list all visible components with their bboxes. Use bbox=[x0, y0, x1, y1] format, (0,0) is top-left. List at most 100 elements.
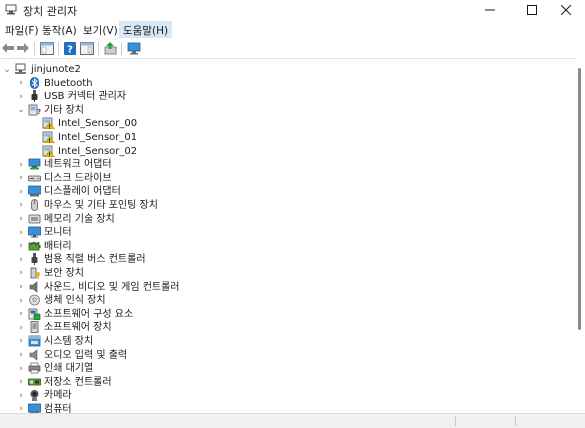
expand-chevron-icon[interactable]: › bbox=[16, 335, 26, 348]
tree-item-label: USB 커넥터 관리자 bbox=[44, 91, 127, 103]
tree-item-label: 배터리 bbox=[44, 240, 72, 252]
forward-button[interactable] bbox=[15, 40, 31, 56]
security-device-icon bbox=[30, 267, 40, 279]
tree-category-item[interactable]: › 시스템 장치 bbox=[0, 335, 570, 348]
back-arrow-icon bbox=[2, 43, 14, 53]
expand-chevron-icon[interactable]: › bbox=[16, 253, 26, 266]
maximize-icon bbox=[527, 5, 537, 15]
tree-item-label: Intel_Sensor_02 bbox=[58, 145, 138, 157]
close-button[interactable] bbox=[547, 0, 585, 20]
expand-chevron-icon[interactable]: › bbox=[16, 90, 26, 103]
close-icon bbox=[561, 5, 571, 15]
expand-chevron-icon[interactable]: › bbox=[16, 172, 26, 185]
usb-controller-icon bbox=[31, 253, 38, 266]
tree-category-item[interactable]: › 배터리 bbox=[0, 240, 570, 253]
svg-text:?: ? bbox=[37, 108, 41, 116]
properties-button[interactable] bbox=[39, 40, 55, 56]
expand-chevron-icon[interactable]: › bbox=[16, 226, 26, 239]
usb-connector-icon bbox=[31, 90, 38, 103]
tree-child-item[interactable]: Intel_Sensor_00 bbox=[0, 117, 570, 130]
menu-file[interactable]: 파일(F) bbox=[1, 21, 43, 38]
properties-icon bbox=[40, 41, 54, 55]
tree-child-item[interactable]: Intel_Sensor_02 bbox=[0, 145, 570, 158]
software-component-icon bbox=[28, 308, 41, 320]
expand-chevron-icon[interactable]: › bbox=[16, 281, 26, 294]
mouse-icon bbox=[31, 198, 38, 211]
update-driver-button[interactable] bbox=[103, 40, 119, 56]
expand-chevron-icon[interactable]: › bbox=[16, 158, 26, 171]
monitor-icon bbox=[28, 226, 41, 238]
warning-device-icon bbox=[42, 131, 55, 143]
tree-category-item[interactable]: › 디스플레이 어댑터 bbox=[0, 185, 570, 198]
tree-category-item[interactable]: › 컴퓨터 bbox=[0, 403, 570, 413]
expand-chevron-icon[interactable]: › bbox=[16, 389, 26, 402]
help-button[interactable]: ? bbox=[62, 40, 78, 56]
expand-chevron-icon[interactable]: › bbox=[16, 362, 26, 375]
scan-hardware-button[interactable] bbox=[126, 40, 142, 56]
expand-chevron-icon[interactable]: › bbox=[16, 294, 26, 307]
collapse-chevron-icon[interactable]: ⌄ bbox=[2, 63, 12, 76]
disk-drive-icon bbox=[28, 175, 41, 182]
tree-category-item[interactable]: › 네트워크 어댑터 bbox=[0, 158, 570, 171]
tree-category-item[interactable]: › 디스크 드라이브 bbox=[0, 172, 570, 185]
toolbar-separator bbox=[98, 42, 99, 55]
tree-category-item[interactable]: ⌄? 기타 장치 bbox=[0, 104, 570, 117]
menu-view[interactable]: 보기(V) bbox=[79, 21, 122, 38]
tree-category-item[interactable]: › 범용 직렬 버스 컨트롤러 bbox=[0, 253, 570, 266]
tree-category-item[interactable]: › 인쇄 대기열 bbox=[0, 362, 570, 375]
tree-root[interactable]: ⌄ jinjunote2 bbox=[0, 63, 570, 76]
expand-chevron-icon[interactable]: › bbox=[16, 213, 26, 226]
toolbar-separator bbox=[58, 42, 59, 55]
expand-chevron-icon[interactable]: › bbox=[16, 321, 26, 334]
computer-icon bbox=[28, 403, 41, 413]
action-pane-button[interactable] bbox=[79, 40, 95, 56]
tree-item-label: 디스크 드라이브 bbox=[44, 172, 112, 184]
tree-category-item[interactable]: › 소프트웨어 장치 bbox=[0, 321, 570, 334]
tree-child-item[interactable]: Intel_Sensor_01 bbox=[0, 131, 570, 144]
expand-chevron-icon[interactable]: › bbox=[16, 403, 26, 413]
menu-bar: 파일(F) 동작(A) 보기(V) 도움말(H) bbox=[0, 20, 585, 39]
expand-chevron-icon[interactable]: › bbox=[16, 308, 26, 321]
tree-category-item[interactable]: › 카메라 bbox=[0, 389, 570, 402]
tree-category-item[interactable]: › 마우스 및 기타 포인팅 장치 bbox=[0, 198, 570, 212]
tree-item-label: 사운드, 비디오 및 게임 컨트롤러 bbox=[44, 281, 180, 293]
expand-chevron-icon[interactable]: › bbox=[16, 240, 26, 253]
camera-icon bbox=[30, 390, 39, 402]
tree-item-label: 시스템 장치 bbox=[44, 335, 94, 347]
back-button[interactable] bbox=[0, 40, 16, 56]
tree-category-item[interactable]: › 메모리 기술 장치 bbox=[0, 213, 570, 226]
minimize-button[interactable] bbox=[471, 0, 509, 20]
tree-category-item[interactable]: › USB 커넥터 관리자 bbox=[0, 90, 570, 103]
tree-category-item[interactable]: › 저장소 컨트롤러 bbox=[0, 376, 570, 389]
tree-category-item[interactable]: › Bluetooth bbox=[0, 76, 570, 90]
expand-chevron-icon[interactable]: › bbox=[16, 199, 26, 212]
collapse-chevron-icon[interactable]: ⌄ bbox=[16, 104, 26, 117]
menu-action[interactable]: 동작(A) bbox=[38, 21, 81, 38]
print-queue-icon bbox=[28, 362, 41, 374]
vertical-scrollbar[interactable] bbox=[576, 58, 585, 413]
device-tree[interactable]: ⌄ jinjunote2 › Bluetooth › USB 커넥터 관리자 ⌄? 기타 … bbox=[0, 58, 576, 413]
action-pane-icon bbox=[80, 41, 94, 55]
tree-category-item[interactable]: › 오디오 입력 및 출력 bbox=[0, 348, 570, 362]
status-divider bbox=[515, 416, 516, 426]
menu-help[interactable]: 도움말(H) bbox=[119, 21, 173, 38]
maximize-button[interactable] bbox=[513, 0, 551, 20]
storage-controller-icon bbox=[28, 378, 41, 386]
sound-icon bbox=[29, 280, 38, 293]
tree-category-item[interactable]: › 생체 인식 장치 bbox=[0, 294, 570, 307]
scrollbar-thumb[interactable] bbox=[578, 68, 581, 330]
tree-category-item[interactable]: › 소프트웨어 구성 요소 bbox=[0, 308, 570, 321]
expand-chevron-icon[interactable]: › bbox=[16, 376, 26, 389]
expand-chevron-icon[interactable]: › bbox=[16, 267, 26, 280]
tree-category-item[interactable]: › 사운드, 비디오 및 게임 컨트롤러 bbox=[0, 280, 570, 294]
expand-chevron-icon[interactable]: › bbox=[16, 77, 26, 90]
tree-item-label: 범용 직렬 버스 컨트롤러 bbox=[44, 254, 146, 266]
expand-chevron-icon[interactable]: › bbox=[16, 349, 26, 362]
tree-category-item[interactable]: › 모니터 bbox=[0, 226, 570, 239]
tree-item-label: 모니터 bbox=[44, 227, 72, 239]
tree-item-label: 기타 장치 bbox=[44, 104, 84, 116]
expand-chevron-icon[interactable]: › bbox=[16, 185, 26, 198]
tree-category-item[interactable]: › 보안 장치 bbox=[0, 267, 570, 280]
unknown-device-icon: ? bbox=[28, 104, 41, 116]
tree-item-label: 컴퓨터 bbox=[44, 403, 72, 413]
